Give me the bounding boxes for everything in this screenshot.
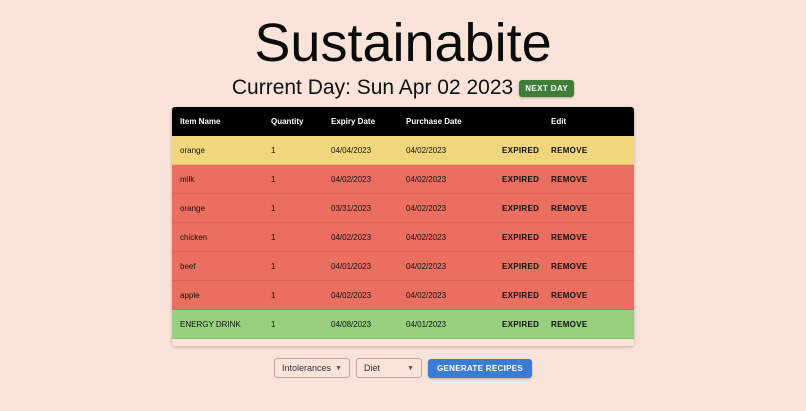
quantity-cell: 1 [263, 251, 323, 281]
remove-button[interactable]: REMOVE [543, 136, 634, 165]
table-row: orange 1 04/04/2023 04/02/2023 EXPIRED REMOVE [172, 136, 634, 165]
expiry-date-cell: 04/02/2023 [323, 280, 398, 310]
caret-down-icon: ▼ [407, 364, 414, 372]
header-item-name: Item Name [180, 117, 221, 126]
remove-button[interactable]: REMOVE [543, 164, 634, 194]
quantity-cell: 1 [263, 164, 323, 194]
item-name-cell: orange [172, 136, 263, 165]
inventory-table: Item Name Quantity Expiry Date Purchase … [172, 107, 634, 339]
purchase-date-cell: 04/02/2023 [398, 251, 494, 281]
caret-down-icon: ▼ [335, 364, 342, 372]
status-cell: EXPIRED [494, 251, 543, 281]
intolerances-select[interactable]: Intolerances ▼ [274, 358, 350, 378]
table-row: apple 1 04/02/2023 04/02/2023 EXPIRED REMOVE [172, 280, 634, 310]
expiry-date-cell: 04/02/2023 [323, 222, 398, 252]
expiry-date-cell: 04/08/2023 [323, 309, 398, 339]
quantity-cell: 1 [263, 193, 323, 223]
expiry-date-cell: 04/01/2023 [323, 251, 398, 281]
expiry-date-cell: 04/02/2023 [323, 164, 398, 194]
app-title: Sustainabite [254, 13, 552, 73]
table-header-row: Item Name Quantity Expiry Date Purchase … [172, 107, 634, 136]
remove-button[interactable]: REMOVE [543, 280, 634, 310]
purchase-date-cell: 04/02/2023 [398, 164, 494, 194]
recipe-controls: Intolerances ▼ Diet ▼ GENERATE RECIPES [0, 358, 806, 378]
item-name-cell: apple [172, 280, 263, 310]
purchase-date-cell: 04/01/2023 [398, 309, 494, 339]
diet-label: Diet [364, 363, 381, 373]
purchase-date-cell: 04/02/2023 [398, 136, 494, 165]
item-name-cell: ENERGY DRINK [172, 309, 263, 339]
purchase-date-cell: 04/02/2023 [398, 280, 494, 310]
item-name-cell: beef [172, 251, 263, 281]
status-cell: EXPIRED [494, 193, 543, 223]
item-name-cell: chicken [172, 222, 263, 252]
item-name-cell: milk [172, 164, 263, 194]
header-status [494, 107, 543, 136]
status-cell: EXPIRED [494, 222, 543, 252]
table-row: beef 1 04/01/2023 04/02/2023 EXPIRED REMOVE [172, 251, 634, 281]
status-cell: EXPIRED [494, 164, 543, 194]
quantity-cell: 1 [263, 280, 323, 310]
expiry-date-cell: 04/04/2023 [323, 136, 398, 165]
quantity-cell: 1 [263, 222, 323, 252]
quantity-cell: 1 [263, 136, 323, 165]
next-day-button[interactable]: NEXT DAY [519, 79, 575, 97]
table-row: milk 1 04/02/2023 04/02/2023 EXPIRED REMOVE [172, 164, 634, 194]
table-row: orange 1 03/31/2023 04/02/2023 EXPIRED REMOVE [172, 193, 634, 223]
header-edit: Edit [551, 117, 567, 126]
status-cell: EXPIRED [494, 309, 543, 339]
header-expiry-date: Expiry Date [331, 117, 376, 126]
purchase-date-cell: 04/02/2023 [398, 193, 494, 223]
current-day-row: Current Day: Sun Apr 02 2023 NEXT DAY [0, 74, 806, 102]
remove-button[interactable]: REMOVE [543, 222, 634, 252]
table-row: ENERGY DRINK 1 04/08/2023 04/01/2023 EXPIRED… [172, 309, 634, 339]
remove-button[interactable]: REMOVE [543, 251, 634, 281]
status-cell: EXPIRED [494, 280, 543, 310]
header-quantity: Quantity [271, 117, 304, 126]
remove-button[interactable]: REMOVE [543, 193, 634, 223]
diet-select[interactable]: Diet ▼ [356, 358, 422, 378]
table-row: chicken 1 04/02/2023 04/02/2023 EXPIRED REMOV… [172, 222, 634, 252]
inventory-table-container: Item Name Quantity Expiry Date Purchase … [172, 107, 634, 346]
remove-button[interactable]: REMOVE [543, 309, 634, 339]
intolerances-label: Intolerances [282, 363, 332, 373]
quantity-cell: 1 [263, 309, 323, 339]
status-cell: EXPIRED [494, 136, 543, 165]
header-purchase-date: Purchase Date [406, 117, 462, 126]
item-name-cell: orange [172, 193, 263, 223]
purchase-date-cell: 04/02/2023 [398, 222, 494, 252]
generate-recipes-button[interactable]: GENERATE RECIPES [428, 358, 532, 378]
expiry-date-cell: 03/31/2023 [323, 193, 398, 223]
current-day-text: Current Day: Sun Apr 02 2023 [231, 76, 514, 99]
